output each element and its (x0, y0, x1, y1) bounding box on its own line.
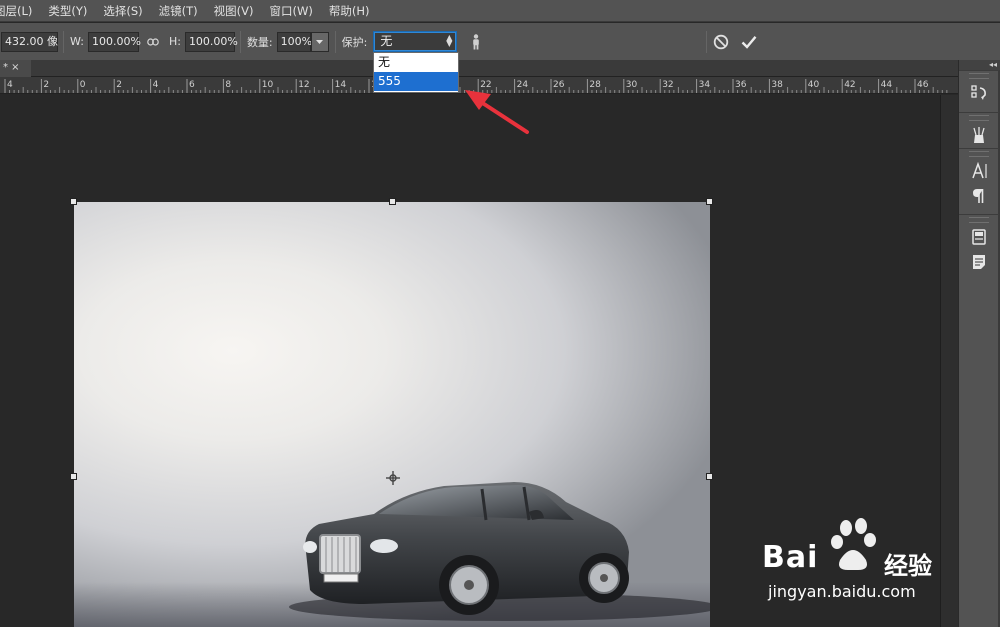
ruler-label: 46 (917, 80, 929, 90)
panel-group-comps (959, 214, 999, 275)
ruler-label: 2 (43, 80, 49, 90)
ruler-label: 8 (225, 80, 231, 90)
history-icon[interactable] (966, 81, 992, 105)
commit-check-icon[interactable] (741, 35, 757, 49)
document-tab[interactable]: * × (0, 60, 31, 77)
character-icon[interactable] (966, 159, 992, 183)
transform-handle-top-center[interactable] (389, 198, 396, 205)
protect-option-555[interactable]: 555 (374, 72, 458, 91)
ruler-label: 34 (699, 80, 711, 90)
menu-select[interactable]: 选择(S) (95, 0, 150, 22)
panel-grip[interactable] (969, 151, 989, 157)
ruler-label: 0 (80, 80, 86, 90)
brush-preset-icon[interactable] (966, 123, 992, 147)
transform-handle-middle-right[interactable] (706, 473, 713, 480)
car-illustration (289, 482, 710, 621)
density-field[interactable]: 100% (276, 31, 312, 52)
select-caret-icon: ▲ ▼ (446, 33, 453, 48)
options-bar: 432.00 像 W: 100.00% H: 100.00% 数量: 100% … (0, 23, 1000, 60)
collapse-panels-button[interactable]: ◂◂ (959, 60, 1000, 70)
paragraph-icon[interactable] (966, 184, 992, 208)
panel-grip[interactable] (969, 73, 989, 79)
menu-filter[interactable]: 滤镜(T) (151, 0, 206, 22)
ruler-label: 30 (626, 80, 638, 90)
right-panel-dock: ◂◂ (958, 60, 1000, 627)
panel-group-brush (959, 112, 999, 148)
transform-handle-middle-left[interactable] (70, 473, 77, 480)
ruler-label: 14 (335, 80, 347, 90)
watermark-suffix: 经验 (884, 552, 932, 580)
size-field[interactable]: 432.00 像 (1, 31, 58, 52)
layer-comps-icon[interactable] (966, 225, 992, 249)
ruler-label: 32 (662, 80, 673, 90)
ruler-label: 38 (771, 80, 783, 90)
ruler-label: 2 (116, 80, 122, 90)
ruler-label: 40 (808, 80, 820, 90)
watermark-brand: Bai (762, 540, 819, 575)
cancel-icon[interactable] (713, 34, 729, 50)
density-label: 数量: (246, 35, 273, 49)
menu-view[interactable]: 视图(V) (206, 0, 262, 22)
ruler-label: 26 (553, 80, 565, 90)
transform-handle-top-left[interactable] (70, 198, 77, 205)
panel-group-type (959, 148, 999, 209)
ruler-label: 36 (735, 80, 747, 90)
divider (706, 30, 708, 53)
ruler-label: 4 (7, 80, 13, 90)
divider (334, 30, 336, 53)
menu-bar: 图层(L) 类型(Y) 选择(S) 滤镜(T) 视图(V) 窗口(W) 帮助(H… (0, 0, 1000, 22)
ruler-label: 44 (881, 80, 893, 90)
ruler-label: 42 (844, 80, 855, 90)
height-label: H: (168, 35, 181, 48)
menu-help[interactable]: 帮助(H) (321, 0, 378, 22)
dropdown-arrow-icon (316, 39, 324, 44)
reference-point-icon[interactable] (386, 471, 400, 485)
ruler-label: 28 (589, 80, 601, 90)
width-field[interactable]: 100.00% (87, 31, 141, 52)
protect-option-none[interactable]: 无 (374, 53, 458, 72)
ruler-label: 4 (153, 80, 159, 90)
width-label: W: (70, 35, 84, 48)
panel-grip[interactable] (969, 115, 989, 121)
protect-dropdown-list: 无 555 (373, 52, 459, 93)
menu-layer[interactable]: 图层(L) (0, 0, 40, 22)
red-arrow-annotation (465, 90, 529, 134)
height-field[interactable]: 100.00% (184, 31, 238, 52)
document-tab-strip: * × (0, 60, 958, 77)
ruler-label: 12 (298, 80, 309, 90)
baidu-watermark: Bai 经验 jingyan.baidu.com (758, 518, 958, 608)
watermark-url: jingyan.baidu.com (768, 582, 916, 601)
panel-group-history (959, 70, 999, 106)
menu-window[interactable]: 窗口(W) (262, 0, 321, 22)
notes-icon[interactable] (966, 250, 992, 274)
car-photo (74, 202, 710, 627)
ruler-label: 6 (189, 80, 195, 90)
ruler-label: 10 (262, 80, 274, 90)
divider (239, 30, 241, 53)
divider (63, 30, 64, 53)
document-tab-label: * × (3, 62, 20, 73)
link-icon[interactable] (147, 37, 159, 46)
panel-grip[interactable] (969, 217, 989, 223)
protect-select[interactable]: 无 ▲ ▼ (373, 31, 458, 52)
transform-handle-top-right[interactable] (706, 198, 713, 205)
density-dropdown-button[interactable] (310, 31, 329, 52)
protect-label: 保护: (341, 35, 368, 49)
puppet-figure-icon[interactable] (471, 33, 481, 50)
protect-value: 无 (380, 34, 393, 48)
menu-type[interactable]: 类型(Y) (40, 0, 95, 22)
